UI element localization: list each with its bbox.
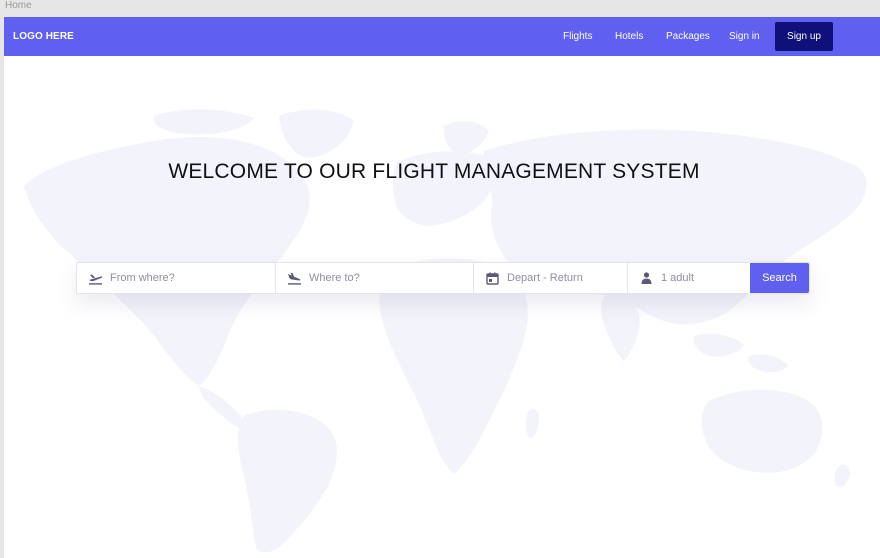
dates-placeholder: Depart - Return — [507, 272, 583, 284]
sign-up-label: Sign up — [787, 31, 821, 42]
person-icon — [638, 270, 654, 286]
logo[interactable]: LOGO HERE — [13, 31, 74, 42]
top-navbar: LOGO HERE Flights Hotels Packages Sign i… — [4, 17, 880, 56]
page-title: WELCOME TO OUR FLIGHT MANAGEMENT SYSTEM — [168, 160, 700, 183]
page: LOGO HERE Flights Hotels Packages Sign i… — [4, 17, 880, 558]
window-tab-title: Home — [5, 0, 32, 11]
to-field[interactable]: Where to? — [276, 263, 474, 293]
takeoff-icon — [87, 270, 103, 286]
sign-up-button[interactable]: Sign up — [775, 22, 833, 51]
nav-link-packages[interactable]: Packages — [666, 31, 710, 42]
from-field[interactable]: From where? — [77, 263, 276, 293]
flight-search-bar: From where? Where to? Depart - Return 1 … — [76, 262, 810, 294]
dates-field[interactable]: Depart - Return — [474, 263, 628, 293]
passengers-value: 1 adult — [661, 272, 695, 284]
nav-link-hotels[interactable]: Hotels — [615, 31, 643, 42]
world-map-background — [24, 109, 867, 553]
to-placeholder: Where to? — [309, 272, 360, 284]
nav-link-sign-in[interactable]: Sign in — [729, 31, 760, 42]
from-placeholder: From where? — [110, 272, 175, 284]
landing-icon — [286, 270, 302, 286]
nav-link-flights[interactable]: Flights — [563, 31, 592, 42]
search-button[interactable]: Search — [750, 263, 809, 293]
calendar-icon — [484, 270, 500, 286]
search-button-label: Search — [762, 272, 797, 284]
passengers-field[interactable]: 1 adult — [628, 263, 750, 293]
